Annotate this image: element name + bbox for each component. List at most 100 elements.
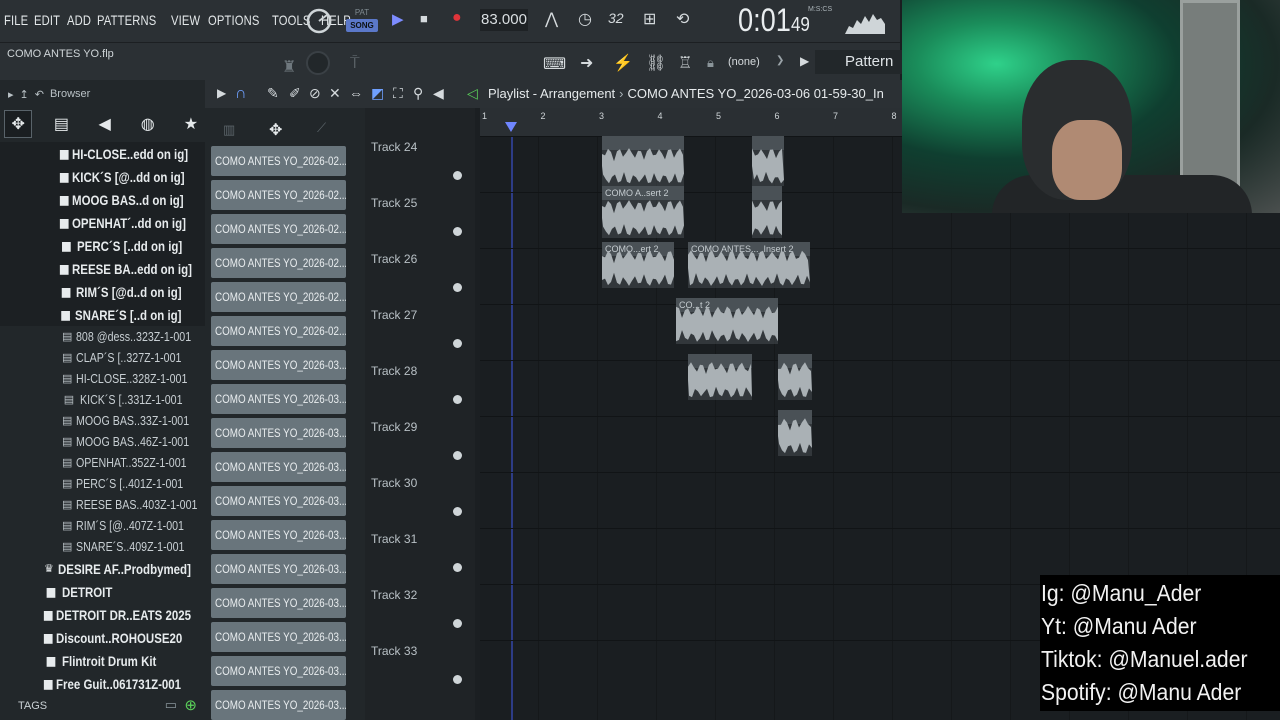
mixer-icon[interactable]: ♖ xyxy=(678,53,692,73)
browser-file-item[interactable]: ▤ SNARE´S..409Z-1-001 xyxy=(0,536,205,557)
track-enable-led[interactable] xyxy=(453,563,462,572)
record-icon[interactable]: ● xyxy=(452,9,462,27)
folder-icon[interactable]: ▭ xyxy=(165,697,177,713)
audio-clip[interactable]: CO...t 2 xyxy=(676,298,778,344)
browser-file-item[interactable]: ▤ KICK´S [..331Z-1-001 xyxy=(0,389,205,410)
tab-project-icon[interactable]: ▤ xyxy=(47,110,75,138)
pat-song-toggle[interactable]: PAT SONG xyxy=(346,6,378,34)
clip-source-button[interactable]: COMO ANTES YO_2026-03... xyxy=(211,350,346,380)
pattern-selector[interactable]: Pattern 1 xyxy=(815,50,905,94)
audio-clip-icon[interactable]: ✥ xyxy=(269,120,282,140)
clip-source-button[interactable]: COMO ANTES YO_2026-03... xyxy=(211,452,346,482)
pitch-knob-icon[interactable]: ♜ xyxy=(282,57,296,77)
clip-source-button[interactable]: COMO ANTES YO_2026-03... xyxy=(211,554,346,584)
audio-clip[interactable] xyxy=(752,136,784,186)
menu-view[interactable]: VIEW xyxy=(171,12,200,28)
tab-online-icon[interactable]: ◍ xyxy=(134,110,162,138)
browser-folder-item[interactable]: ▆ SNARE´S [..d on ig] xyxy=(0,303,205,326)
track-enable-led[interactable] xyxy=(453,507,462,516)
play-pattern-icon[interactable]: ▶ xyxy=(800,54,809,68)
clip-source-button[interactable]: COMO ANTES YO_2026-03... xyxy=(211,384,346,414)
clip-source-button[interactable]: COMO ANTES YO_2026-02... xyxy=(211,282,346,312)
tab-all-icon[interactable]: ✥ xyxy=(4,110,33,138)
slice-tool-icon[interactable]: ◩ xyxy=(371,85,384,102)
search-icon[interactable]: ⊕ xyxy=(184,696,197,714)
master-volume-knob[interactable] xyxy=(305,7,333,35)
step-edit-icon[interactable]: ⊞ xyxy=(643,9,656,29)
song-position-clock[interactable]: 0:0149 xyxy=(738,2,810,39)
browser-folder-item[interactable]: ▆ HI-CLOSE..edd on ig] xyxy=(0,142,205,165)
stop-icon[interactable]: ■ xyxy=(420,11,428,26)
arrow-right-icon[interactable]: ➜ xyxy=(580,53,593,73)
tab-plugins-icon[interactable]: ◀ xyxy=(91,110,119,138)
arrangement-name[interactable]: COMO ANTES YO_2026-03-06 01-59-30_In xyxy=(628,86,884,101)
automation-icon[interactable]: ⟋ xyxy=(317,120,326,136)
delete-tool-icon[interactable]: ⊘ xyxy=(309,85,321,102)
draw-tool-icon[interactable]: ✎ xyxy=(267,85,279,102)
audio-clip[interactable] xyxy=(602,136,684,186)
track-header[interactable]: Track 27 xyxy=(371,300,471,356)
track-header[interactable]: Track 30 xyxy=(371,468,471,524)
browser-file-item[interactable]: ▤ PERC´S [..401Z-1-001 xyxy=(0,473,205,494)
browser-file-item[interactable]: ▤ RIM´S [@..407Z-1-001 xyxy=(0,515,205,536)
chevron-right-icon[interactable]: ❯ xyxy=(776,55,784,66)
clip-source-button[interactable]: COMO ANTES YO_2026-03... xyxy=(211,622,346,652)
track-header[interactable]: Track 31 xyxy=(371,524,471,580)
loop-record-icon[interactable]: ⟲ xyxy=(676,9,689,29)
track-enable-led[interactable] xyxy=(453,451,462,460)
metronome-icon[interactable]: ⋀ xyxy=(545,9,558,29)
clip-source-button[interactable]: COMO ANTES YO_2026-03... xyxy=(211,418,346,448)
browser-folder-item[interactable]: ▆ RIM´S [@d..d on ig] xyxy=(0,280,205,303)
audio-clip[interactable] xyxy=(778,354,812,400)
audio-clip[interactable]: COMO...ert 2 xyxy=(602,242,674,288)
mute-tool-icon[interactable]: ✕ xyxy=(329,85,341,102)
browser-folder-item[interactable]: ▆ OPENHAT´..dd on ig] xyxy=(0,211,205,234)
tags-label[interactable]: TAGS xyxy=(18,700,47,712)
browser-folder-item[interactable]: ▆ KICK´S [@..dd on ig] xyxy=(0,165,205,188)
browser-folder-item[interactable]: ▆ DETROIT xyxy=(0,580,205,603)
browser-file-item[interactable]: ▤ HI-CLOSE..328Z-1-001 xyxy=(0,368,205,389)
wait-for-input-icon[interactable]: ◷ xyxy=(578,9,592,29)
clip-source-button[interactable]: COMO ANTES YO_2026-03... xyxy=(211,690,346,720)
back-icon[interactable]: ↶ xyxy=(35,88,44,101)
clip-source-button[interactable]: COMO ANTES YO_2026-02... xyxy=(211,214,346,244)
main-pitch-knob[interactable] xyxy=(304,49,332,77)
audio-clip[interactable] xyxy=(778,410,812,456)
audio-clip[interactable] xyxy=(752,186,782,238)
track-header[interactable]: Track 25 xyxy=(371,188,471,244)
clip-source-button[interactable]: COMO ANTES YO_2026-02... xyxy=(211,316,346,346)
track-header[interactable]: Track 24 xyxy=(371,132,471,188)
browser-file-item[interactable]: ▤ MOOG BAS..33Z-1-001 xyxy=(0,410,205,431)
audio-clip[interactable]: COMO A..sert 2 xyxy=(602,186,684,238)
clip-source-button[interactable]: COMO ANTES YO_2026-03... xyxy=(211,656,346,686)
audio-clip-header[interactable]: COMO A..sert 2 xyxy=(602,186,684,200)
clip-source-button[interactable]: COMO ANTES YO_2026-03... xyxy=(211,588,346,618)
slip-tool-icon[interactable]: ⇔ xyxy=(349,85,363,101)
browser-file-item[interactable]: ▤ CLAP´S [..327Z-1-001 xyxy=(0,347,205,368)
browser-folder-item[interactable]: ▆ DETROIT DR..EATS 2025 xyxy=(0,603,205,626)
select-tool-icon[interactable]: ⛶ xyxy=(393,85,403,102)
browser-folder-item[interactable]: ▆ Free Guit..061731Z-001 xyxy=(0,672,205,692)
timeline-ruler[interactable]: 1 2 3 4 5 6 7 8 xyxy=(480,108,910,136)
track-enable-led[interactable] xyxy=(453,171,462,180)
audio-clip[interactable]: COMO ANTES..._Insert 2 xyxy=(688,242,810,288)
clip-source-button[interactable]: COMO ANTES YO_2026-03... xyxy=(211,486,346,516)
tempo-display[interactable]: 83.000 xyxy=(480,9,528,31)
track-header[interactable]: Track 29 xyxy=(371,412,471,468)
track-enable-led[interactable] xyxy=(453,339,462,348)
track-enable-led[interactable] xyxy=(453,675,462,684)
tab-favorites-icon[interactable]: ★ xyxy=(177,110,205,138)
menu-patterns[interactable]: PATTERNS xyxy=(97,12,156,28)
collapse-icon[interactable]: ▸ xyxy=(8,88,14,101)
browser-folder-item[interactable]: ▆ REESE BA..edd on ig] xyxy=(0,257,205,280)
browser-file-item[interactable]: ▤ OPENHAT..352Z-1-001 xyxy=(0,452,205,473)
browser-folder-item[interactable]: ▆ PERC´S [..dd on ig] xyxy=(0,234,205,257)
pin-icon[interactable]: ⍑ xyxy=(350,55,360,73)
paint-tool-icon[interactable]: ✐ xyxy=(289,85,301,102)
track-enable-led[interactable] xyxy=(453,227,462,236)
magnet-icon[interactable]: ∩ xyxy=(235,85,247,103)
clip-source-button[interactable]: COMO ANTES YO_2026-03... xyxy=(211,520,346,550)
browser-file-item[interactable]: ▤ REESE BAS..403Z-1-001 xyxy=(0,494,205,515)
pattern-icon[interactable]: ▥ xyxy=(223,122,235,138)
browser-folder-item[interactable]: ▆ Discount..ROHOUSE20 xyxy=(0,626,205,649)
